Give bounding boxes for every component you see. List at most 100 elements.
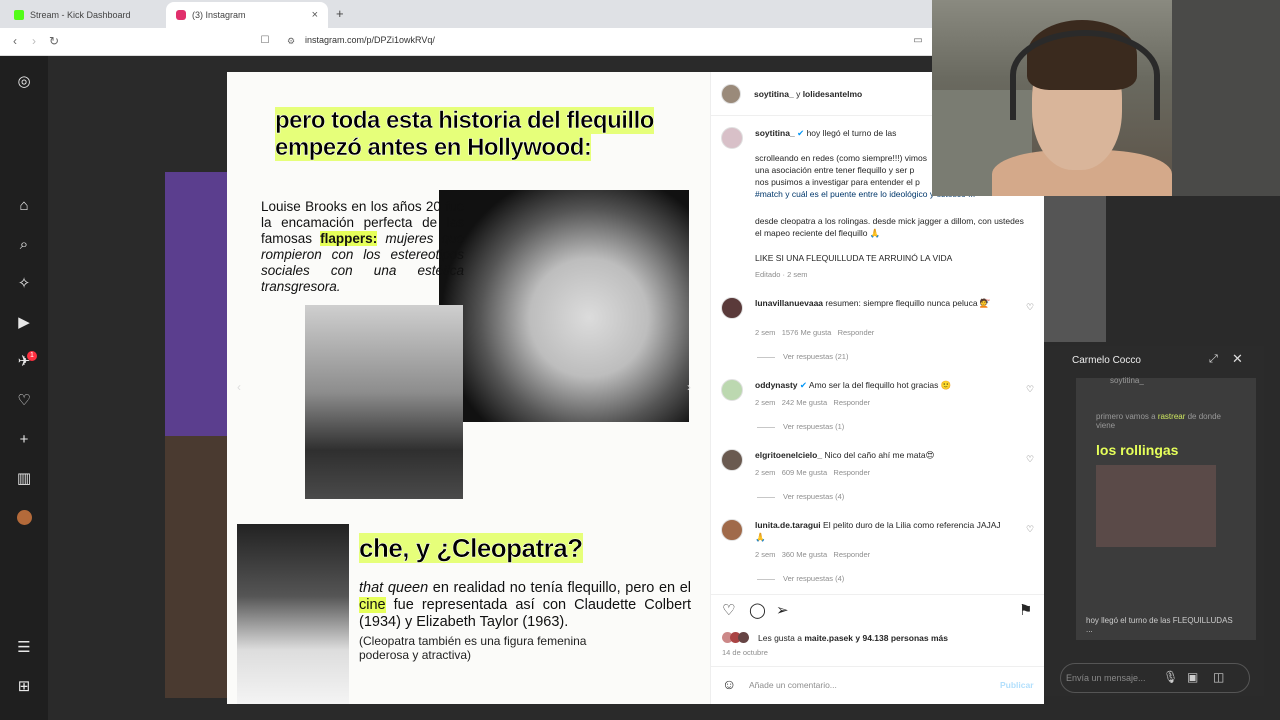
like-icon[interactable]: ♡ <box>722 601 735 619</box>
reply-button[interactable]: Responder <box>833 550 870 559</box>
create-icon[interactable]: + <box>14 430 34 450</box>
comment-like-icon[interactable]: ♡ <box>1026 524 1034 535</box>
forward-icon[interactable]: › <box>26 33 42 49</box>
view-replies-label[interactable]: Ver respuestas (21) <box>783 352 848 361</box>
instagram-favicon-icon <box>176 10 186 20</box>
comment-age: 2 sem <box>755 398 776 407</box>
close-tab-icon[interactable]: × <box>312 9 318 21</box>
kick-favicon-icon <box>14 10 24 20</box>
author-username[interactable]: soytitina_ <box>754 89 794 99</box>
header-avatar[interactable] <box>721 84 741 104</box>
tab-label: Stream - Kick Dashboard <box>30 10 131 20</box>
emoji-icon[interactable]: ☺ <box>722 676 736 692</box>
comment-likes[interactable]: 242 Me gusta <box>782 398 827 407</box>
reply-button[interactable]: Responder <box>833 398 870 407</box>
home-icon[interactable]: ⌂ <box>14 196 34 216</box>
prev-slide-icon[interactable]: ‹ <box>237 380 241 394</box>
share-icon[interactable]: ➢ <box>776 601 789 619</box>
reply-button[interactable]: Responder <box>833 468 870 477</box>
slide-headline: pero toda esta historia del flequillo em… <box>275 107 655 162</box>
bookmark-icon[interactable]: ☐ <box>257 33 273 49</box>
shared-post-user: soytitina_ <box>1110 376 1144 385</box>
feed-tile[interactable] <box>165 172 227 436</box>
view-replies[interactable]: Ver respuestas (1) <box>757 422 844 431</box>
site-info-icon[interactable]: ⚙ <box>283 33 299 49</box>
cleopatra-paragraph: that queen en realidad no tenía flequill… <box>359 580 691 631</box>
instagram-sidebar <box>0 56 48 720</box>
comment-username[interactable]: elgritoenelcielo_ <box>755 450 822 460</box>
verified-icon: ✔ <box>797 128 805 138</box>
reload-icon[interactable]: ↻ <box>46 33 62 49</box>
expand-icon[interactable]: ⤢ <box>1209 353 1218 366</box>
mic-icon[interactable]: 🎙 <box>1163 670 1178 684</box>
instagram-logo-icon[interactable]: ◎ <box>14 72 34 92</box>
url-field[interactable]: instagram.com/p/DPZi1owkRVq/ <box>305 35 435 45</box>
comment-meta: 2 sem 242 Me gusta Responder <box>755 398 870 407</box>
post-image-slide[interactable]: pero toda esta historia del flequillo em… <box>227 72 710 704</box>
chat-input[interactable]: Envía un mensaje... <box>1066 673 1146 683</box>
comment-likes[interactable]: 360 Me gusta <box>782 550 827 559</box>
comment-input[interactable]: Añade un comentario... <box>749 679 837 691</box>
view-replies[interactable]: Ver respuestas (4) <box>757 574 844 583</box>
comment-username[interactable]: lunavillanuevaaa <box>755 298 823 308</box>
tab-kick-dashboard[interactable]: Stream - Kick Dashboard <box>4 2 164 28</box>
view-replies-label[interactable]: Ver respuestas (1) <box>783 422 844 431</box>
comment-like-icon[interactable]: ♡ <box>1026 454 1034 465</box>
headline-line-1: pero toda esta historia del flequillo <box>275 107 655 135</box>
comment-avatar[interactable] <box>721 449 743 471</box>
view-replies[interactable]: Ver respuestas (21) <box>757 352 848 361</box>
comment-text: Nico del caño ahí me mata😍 <box>824 450 935 460</box>
view-replies-label[interactable]: Ver respuestas (4) <box>783 574 844 583</box>
cleo-highlight: cine <box>359 597 386 613</box>
comment-username[interactable]: lunita.de.taragui <box>755 520 821 530</box>
caption-username[interactable]: soytitina_ <box>755 128 795 138</box>
new-tab-button[interactable]: + <box>336 6 344 21</box>
save-icon[interactable]: ⚑ <box>1019 601 1032 619</box>
liker-avatars <box>722 632 752 644</box>
menu-icon[interactable]: ☰ <box>14 638 34 658</box>
explore-icon[interactable]: ✧ <box>14 274 34 294</box>
headset-icon <box>1010 30 1160 120</box>
likes-user[interactable]: maite.pasek <box>804 633 853 643</box>
profile-avatar[interactable] <box>17 510 32 525</box>
view-replies[interactable]: Ver respuestas (4) <box>757 492 844 501</box>
caption-header: soytitina_ ✔ hoy llegó el turno de las <box>755 127 935 139</box>
apps-icon[interactable]: ⊞ <box>14 677 34 697</box>
screen-icon[interactable]: ▭ <box>910 33 926 49</box>
notifications-icon[interactable]: ♡ <box>14 391 34 411</box>
comment-text: resumen: siempre flequillo nunca peluca … <box>825 298 991 308</box>
divider <box>711 666 1045 667</box>
comment-like-icon[interactable]: ♡ <box>1026 384 1034 395</box>
comment-username[interactable]: oddynasty <box>755 380 798 390</box>
comment-like-icon[interactable]: ♡ <box>1026 302 1034 313</box>
search-icon[interactable]: ⌕ <box>14 235 34 255</box>
feed-tile[interactable] <box>1044 196 1106 342</box>
sticker-icon[interactable]: ◫ <box>1213 670 1224 684</box>
comment-avatar[interactable] <box>721 519 743 541</box>
view-replies-label[interactable]: Ver respuestas (4) <box>783 492 844 501</box>
shared-post-text: primero vamos a rastrear de donde viene <box>1096 412 1226 430</box>
image-icon[interactable]: ▣ <box>1187 670 1198 684</box>
close-chat-icon[interactable]: ✕ <box>1232 351 1243 367</box>
collab-username[interactable]: lolidesantelmo <box>803 89 863 99</box>
publish-button[interactable]: Publicar <box>1000 679 1034 691</box>
cleopatra-headline-text: che, y ¿Cleopatra? <box>359 533 583 563</box>
comment: lunita.de.taragui El pelito duro de la L… <box>711 516 1045 588</box>
feed-tile[interactable] <box>165 436 227 698</box>
shared-post-title: los rollingas <box>1096 442 1179 458</box>
reply-button[interactable]: Responder <box>838 328 875 337</box>
dashboard-icon[interactable]: ▥ <box>14 469 34 489</box>
likes-count[interactable]: y 94.138 personas más <box>855 633 948 643</box>
comment-age: 2 sem <box>755 468 776 477</box>
caption-avatar[interactable] <box>721 127 743 149</box>
post-date: 14 de octubre <box>722 648 768 657</box>
comment-likes[interactable]: 1576 Me gusta <box>782 328 832 337</box>
comment-likes[interactable]: 609 Me gusta <box>782 468 827 477</box>
tab-instagram[interactable]: (3) Instagram × <box>166 2 328 28</box>
comment-avatar[interactable] <box>721 379 743 401</box>
comment-icon[interactable]: ◯ <box>749 601 766 619</box>
next-slide-icon[interactable]: › <box>687 380 691 394</box>
reels-icon[interactable]: ▶ <box>14 313 34 333</box>
back-icon[interactable]: ‹ <box>7 33 23 49</box>
comment-avatar[interactable] <box>721 297 743 319</box>
